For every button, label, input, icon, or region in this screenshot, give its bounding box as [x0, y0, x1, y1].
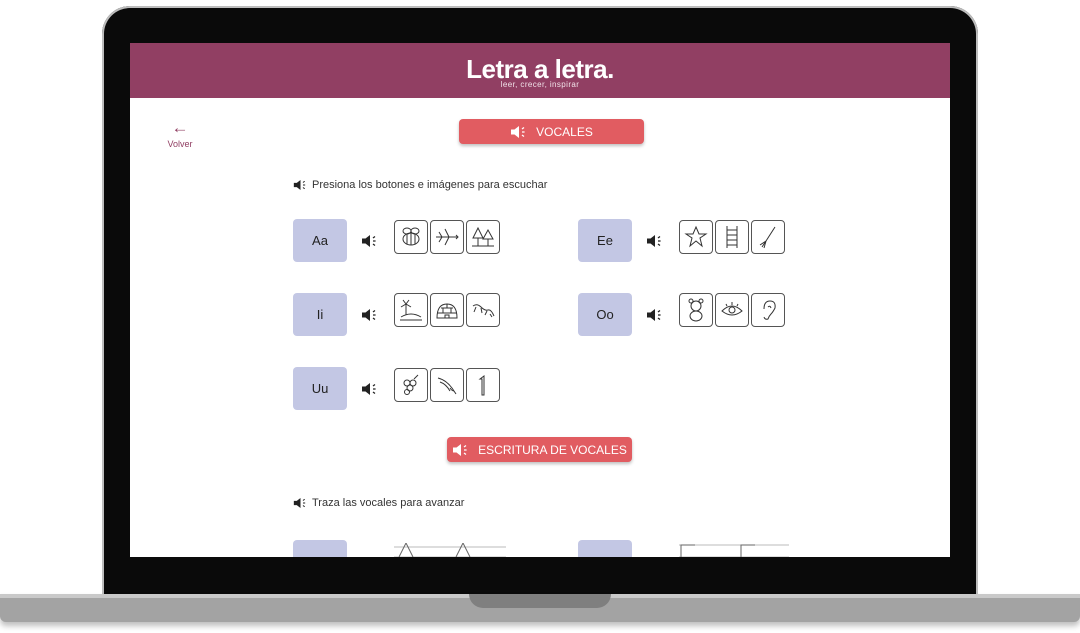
vowel-button-e[interactable]: Ee	[578, 219, 632, 262]
word-image-tile[interactable]	[394, 293, 428, 327]
ear-icon	[763, 300, 776, 320]
trace-vowel-button[interactable]	[293, 540, 347, 557]
speaker-icon	[511, 125, 525, 138]
trees-icon	[472, 226, 494, 247]
vowel-o-images	[679, 293, 785, 327]
arrow-left-icon: ←	[171, 118, 189, 137]
trace-vowel-button[interactable]	[578, 540, 632, 557]
vocales-instruction-text: Presiona los botones e imágenes para esc…	[312, 179, 548, 191]
word-image-tile[interactable]	[466, 368, 500, 402]
vowel-i-images	[394, 293, 500, 327]
word-image-tile[interactable]	[466, 293, 500, 327]
word-image-tile[interactable]	[679, 220, 713, 254]
back-button[interactable]: ← Volver	[160, 119, 200, 149]
vowel-e-images	[679, 220, 785, 254]
laptop-notch	[469, 594, 611, 608]
ladder-icon	[726, 226, 738, 248]
word-image-tile[interactable]	[394, 220, 428, 254]
eye-icon	[721, 302, 743, 316]
speaker-icon[interactable]	[361, 234, 379, 248]
grapes-icon	[403, 374, 419, 395]
igloo-icon	[436, 303, 458, 319]
airplane-icon	[436, 228, 459, 246]
escritura-instruction: Traza las vocales para avanzar	[293, 497, 464, 509]
broom-icon	[759, 226, 776, 249]
speaker-icon	[453, 443, 467, 456]
vowel-button-o[interactable]: Oo	[578, 293, 632, 336]
app-header: Letra a letra. leer, crecer, inspirar	[130, 43, 950, 98]
tracing-e-icon[interactable]	[679, 543, 789, 557]
speaker-icon[interactable]	[361, 382, 379, 396]
iguana-icon	[472, 304, 495, 318]
brand-tagline: leer, crecer, inspirar	[500, 80, 580, 89]
fingernail-icon	[437, 377, 457, 395]
escritura-instruction-text: Traza las vocales para avanzar	[312, 497, 465, 509]
vowel-a-images	[394, 220, 500, 254]
vowel-button-a[interactable]: Aa	[293, 219, 347, 262]
app-screen: Letra a letra. leer, crecer, inspirar ← …	[130, 43, 950, 557]
word-image-tile[interactable]	[466, 220, 500, 254]
vocales-title: VOCALES	[536, 124, 593, 139]
word-image-tile[interactable]	[715, 220, 749, 254]
word-image-tile[interactable]	[430, 220, 464, 254]
vocales-instruction: Presiona los botones e imágenes para esc…	[293, 179, 547, 191]
speaker-icon[interactable]	[646, 308, 664, 322]
word-image-tile[interactable]	[394, 368, 428, 402]
escritura-title: ESCRITURA DE VOCALES	[478, 442, 627, 457]
bee-icon	[402, 227, 420, 246]
word-image-tile[interactable]	[430, 368, 464, 402]
back-label: Volver	[167, 139, 193, 149]
number-one-icon	[478, 375, 485, 396]
vowel-u-images	[394, 368, 500, 402]
speaker-icon[interactable]	[361, 308, 379, 322]
word-image-tile[interactable]	[430, 293, 464, 327]
word-image-tile[interactable]	[715, 293, 749, 327]
vocales-audio-button[interactable]: VOCALES	[459, 119, 644, 144]
word-image-tile[interactable]	[679, 293, 713, 327]
vowel-button-i[interactable]: Ii	[293, 293, 347, 336]
speaker-icon[interactable]	[646, 234, 664, 248]
escritura-audio-button[interactable]: ESCRITURA DE VOCALES	[447, 437, 632, 462]
word-image-tile[interactable]	[751, 293, 785, 327]
speaker-icon	[293, 180, 306, 190]
teddy-bear-icon	[688, 298, 704, 322]
star-icon	[684, 225, 708, 248]
island-icon	[400, 299, 422, 321]
word-image-tile[interactable]	[751, 220, 785, 254]
vowel-button-u[interactable]: Uu	[293, 367, 347, 410]
speaker-icon	[293, 498, 306, 508]
tracing-a-icon[interactable]	[394, 543, 506, 557]
